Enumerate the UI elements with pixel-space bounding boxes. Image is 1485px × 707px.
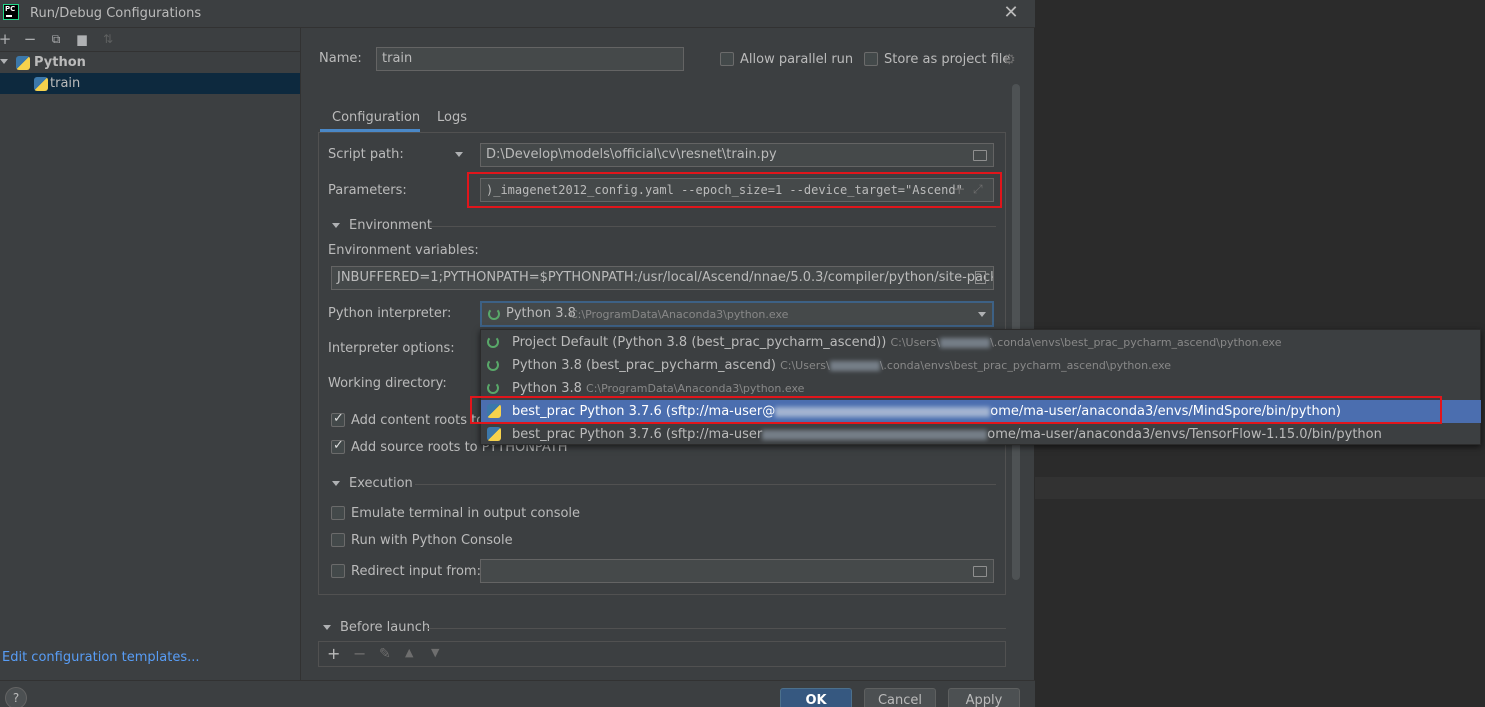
tab-logs[interactable]: Logs (437, 110, 467, 125)
remove-task-icon[interactable]: − (353, 644, 366, 663)
redacted-text (940, 338, 991, 348)
folder-browse-icon[interactable] (973, 150, 987, 161)
working-dir-label: Working directory: (328, 376, 447, 391)
config-toolbar: + − ⧉ ▆ ⇅ (0, 28, 300, 52)
parameters-label: Parameters: (328, 183, 407, 198)
move-down-icon[interactable]: ▼ (431, 646, 439, 659)
interpreter-selected-name: Python 3.8 (506, 306, 576, 321)
option-path-suffix: \.conda\envs\best_prac_pycharm_ascend\py… (990, 336, 1282, 349)
section-separator (415, 484, 996, 485)
python-icon (34, 77, 48, 91)
emulate-terminal-checkbox[interactable] (331, 506, 345, 520)
interpreter-options-label: Interpreter options: (328, 341, 455, 356)
redacted-text (829, 361, 880, 371)
folder-icon[interactable]: ▆ (74, 31, 90, 47)
environment-section-title: Environment (349, 218, 433, 233)
redirect-input-label: Redirect input from: (351, 564, 481, 579)
title-bar: PC Run/Debug Configurations ✕ (0, 0, 1035, 28)
add-icon[interactable]: + (0, 31, 13, 47)
tree-group-python[interactable]: Python (0, 52, 300, 73)
tree-group-label: Python (34, 55, 86, 70)
annotation-highlight-parameters (467, 172, 1002, 208)
collapse-before-launch-icon[interactable] (323, 625, 331, 630)
config-tree: Python train (0, 52, 300, 94)
interpreter-selected-path: C:\ProgramData\Anaconda3\python.exe (570, 308, 789, 321)
option-path-prefix: C:\Users\ (780, 359, 830, 372)
run-with-console-label: Run with Python Console (351, 533, 513, 548)
store-project-label: Store as project file (884, 52, 1011, 67)
redirect-input-checkbox[interactable] (331, 564, 345, 578)
before-launch-title: Before launch (340, 620, 431, 635)
spinner-icon (487, 382, 499, 394)
script-type-dropdown-icon[interactable] (455, 152, 463, 157)
interpreter-dropdown-list: Project Default (Python 3.8 (best_prac_p… (480, 329, 1481, 445)
annotation-highlight-interpreter (470, 396, 1442, 424)
spinner-icon (488, 308, 500, 320)
dialog-title: Run/Debug Configurations (30, 6, 202, 21)
env-vars-label: Environment variables: (328, 243, 479, 258)
apply-button[interactable]: Apply (948, 688, 1020, 707)
move-up-icon[interactable]: ▲ (405, 646, 413, 659)
add-content-roots-label: Add content roots to (351, 413, 485, 428)
add-source-roots-checkbox[interactable] (331, 438, 345, 454)
folder-browse-icon[interactable] (973, 566, 987, 577)
section-separator (430, 226, 996, 227)
store-project-checkbox[interactable] (864, 52, 878, 66)
option-name: Python 3.8 (best_prac_pycharm_ascend) (512, 358, 776, 373)
option-path-prefix: C:\Users\ (890, 336, 941, 349)
execution-section-title: Execution (349, 476, 413, 491)
interpreter-option[interactable]: Python 3.8 (best_prac_pycharm_ascend) C:… (481, 354, 1481, 377)
interpreter-option[interactable]: Project Default (Python 3.8 (best_prac_p… (481, 331, 1481, 354)
python-icon (16, 56, 30, 70)
interpreter-option[interactable]: best_prac Python 3.7.6 (sftp://ma-user om… (481, 423, 1481, 446)
add-task-icon[interactable]: + (327, 644, 340, 663)
collapse-execution-icon[interactable] (332, 481, 340, 486)
close-icon[interactable]: ✕ (1002, 4, 1020, 22)
option-path-suffix: \.conda\envs\best_prac_pycharm_ascend\py… (879, 359, 1172, 372)
tree-item-label: train (50, 76, 81, 91)
add-content-roots-checkbox[interactable] (331, 411, 345, 427)
before-launch-toolbar: + − ✎ ▲ ▼ (318, 641, 1006, 667)
chevron-down-icon[interactable] (978, 312, 986, 317)
tab-configuration[interactable]: Configuration (332, 110, 420, 125)
script-path-input[interactable]: D:\Develop\models\official\cv\resnet\tra… (480, 143, 994, 167)
emulate-terminal-label: Emulate terminal in output console (351, 506, 581, 521)
name-label: Name: (319, 51, 362, 66)
remove-icon[interactable]: − (22, 31, 38, 47)
script-path-label: Script path: (328, 147, 404, 162)
section-separator (426, 628, 1006, 629)
option-path: C:\ProgramData\Anaconda3\python.exe (586, 382, 805, 395)
gear-icon[interactable]: ⚙ (1003, 53, 1017, 67)
redirect-input-field[interactable] (480, 559, 994, 583)
allow-parallel-label: Allow parallel run (740, 52, 854, 67)
edit-task-icon[interactable]: ✎ (379, 646, 391, 662)
redacted-text (762, 429, 988, 440)
tree-item-train[interactable]: train (0, 73, 300, 94)
allow-parallel-checkbox[interactable] (720, 52, 734, 66)
option-name-suffix: ome/ma-user/anaconda3/envs/TensorFlow-1.… (987, 427, 1382, 442)
option-name: Project Default (Python 3.8 (best_prac_p… (512, 335, 887, 350)
interpreter-label: Python interpreter: (328, 306, 452, 321)
ok-button[interactable]: OK (780, 688, 852, 707)
env-vars-input[interactable]: JNBUFFERED=1;PYTHONPATH=$PYTHONPATH:/usr… (331, 266, 994, 290)
python-icon (487, 427, 501, 441)
help-button[interactable]: ? (5, 687, 27, 707)
cancel-button[interactable]: Cancel (864, 688, 936, 707)
edit-env-vars-icon[interactable] (975, 271, 986, 284)
spinner-icon (487, 359, 499, 371)
edit-templates-link[interactable]: Edit configuration templates... (2, 650, 200, 665)
interpreter-select[interactable]: Python 3.8 C:\ProgramData\Anaconda3\pyth… (480, 301, 994, 327)
name-input[interactable]: train (376, 47, 684, 71)
option-name: Python 3.8 (512, 381, 582, 396)
copy-icon[interactable]: ⧉ (48, 31, 64, 47)
panel-divider[interactable] (300, 28, 301, 680)
run-with-console-checkbox[interactable] (331, 533, 345, 547)
spinner-icon (487, 336, 499, 348)
pycharm-logo-icon: PC (3, 4, 19, 20)
collapse-environment-icon[interactable] (332, 223, 340, 228)
sort-icon[interactable]: ⇅ (100, 31, 116, 47)
option-name-prefix: best_prac Python 3.7.6 (sftp://ma-user (512, 427, 763, 442)
editor-line-highlight (1035, 477, 1485, 499)
chevron-down-icon[interactable] (0, 59, 8, 64)
